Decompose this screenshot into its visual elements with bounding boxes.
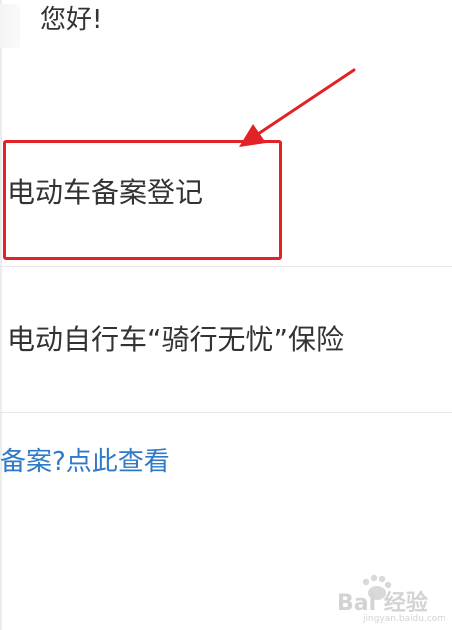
watermark-domain: jingyan.baidu.com xyxy=(362,614,445,624)
watermark-logo: Bai 经验 jingyan.baidu.com xyxy=(337,574,445,624)
page: 您好! 电动车备案登记 电动自行车“骑行无忧”保险 备案?点此查看 Bai 经验… xyxy=(0,0,452,630)
red-arrow-icon xyxy=(239,68,356,147)
watermark-brand: Bai 经验 xyxy=(337,590,428,616)
